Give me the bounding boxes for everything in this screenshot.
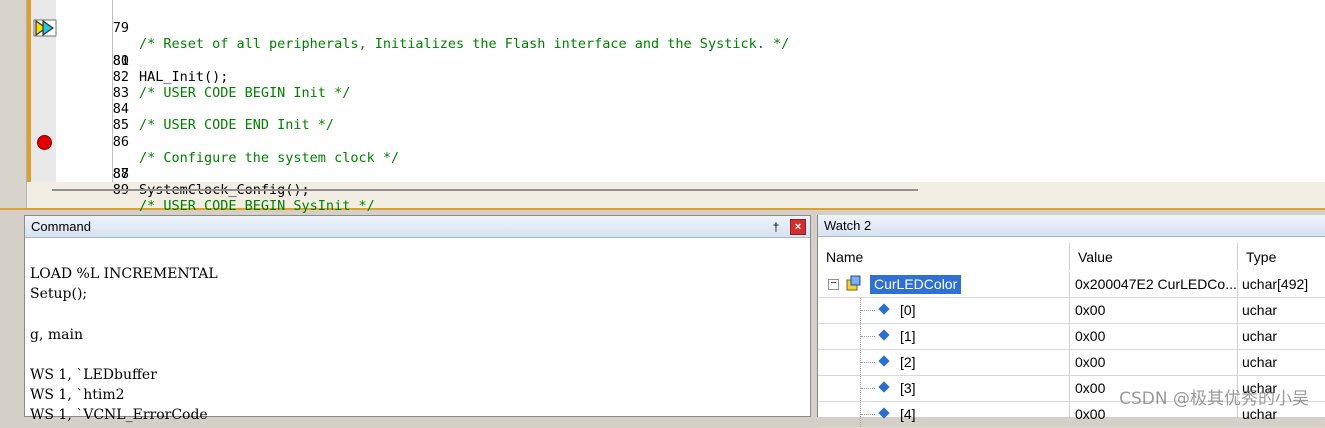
- watch-value[interactable]: 0x00: [1070, 324, 1238, 349]
- editor-left-strip: [0, 0, 27, 208]
- tree-connector: [861, 336, 875, 338]
- code-line: 86 /* Configure the system clock */: [31, 117, 1325, 166]
- watch-name: [3]: [900, 380, 916, 396]
- command-line: WS 1, `htim2: [30, 387, 125, 404]
- watch-name-cell: − CurLEDColor: [818, 272, 1070, 297]
- command-panel: Command † × LOAD %L INCREMENTAL Setup();…: [24, 215, 811, 423]
- command-output[interactable]: LOAD %L INCREMENTAL Setup(); g, main WS …: [30, 264, 218, 426]
- command-title: Command: [31, 219, 91, 234]
- command-line: [30, 304, 218, 324]
- column-header-type[interactable]: Type: [1238, 243, 1325, 271]
- command-title-bar: Command † ×: [25, 216, 810, 238]
- watch-type: uchar: [1242, 302, 1278, 318]
- breakpoint-icon[interactable]: [37, 134, 52, 150]
- code-line: 88: [31, 150, 1325, 182]
- element-icon: [878, 329, 890, 341]
- watch-name: [2]: [900, 354, 916, 370]
- code-line: 82 /* USER CODE BEGIN Init */: [31, 53, 1325, 101]
- watch-title-bar: Watch 2: [818, 215, 1325, 237]
- column-header-value[interactable]: Value: [1070, 243, 1238, 271]
- command-line: g, main: [30, 326, 83, 343]
- command-line: WS 1, `VCNL_ErrorCode: [30, 407, 208, 424]
- collapse-icon[interactable]: −: [828, 279, 839, 290]
- command-line: LOAD %L INCREMENTAL: [30, 266, 218, 282]
- element-icon: [878, 381, 890, 393]
- watch-type: uchar[492]: [1242, 276, 1309, 292]
- watch-type: uchar: [1242, 354, 1278, 370]
- code-lines: 79 /* Reset of all peripherals, Initiali…: [31, 4, 1325, 214]
- tree-connector: [861, 310, 875, 312]
- watch-value[interactable]: 0x200047E2 CurLEDCo...: [1070, 272, 1238, 297]
- element-icon: [878, 303, 890, 315]
- variable-icon: [846, 275, 861, 291]
- code-text[interactable]: /* USER CODE BEGIN SysInit */: [139, 198, 375, 214]
- watch-column-header: Name Value Type: [818, 243, 1325, 271]
- close-icon[interactable]: ×: [790, 219, 806, 235]
- tree-connector: [861, 362, 875, 364]
- element-icon: [878, 355, 890, 367]
- command-line: WS 1, `LEDbuffer: [30, 366, 157, 383]
- watch-name-cell: [3]: [818, 376, 1070, 401]
- code-line: 87 SystemClock_Config();: [31, 134, 1325, 198]
- watch-row[interactable]: − CurLEDColor 0x200047E2 CurLEDCo... uch…: [818, 272, 1325, 298]
- command-line: [30, 345, 218, 365]
- tree-connector: [861, 388, 875, 390]
- watch-name-cell: [4]: [818, 402, 1070, 427]
- code-line: 80 HAL_Init();: [31, 19, 1325, 85]
- code-line: 85: [31, 101, 1325, 133]
- code-line: 89 /* USER CODE BEGIN SysInit */: [31, 166, 1325, 214]
- watch-name-cell: [2]: [818, 350, 1070, 375]
- horizontal-scrollbar[interactable]: [52, 189, 918, 191]
- watermark: CSDN @极其优秀的小吴: [1119, 389, 1309, 409]
- watch-name-cell: [0]: [818, 298, 1070, 323]
- code-line: 79 /* Reset of all peripherals, Initiali…: [31, 4, 1325, 52]
- watch-row[interactable]: [2] 0x00 uchar: [818, 350, 1325, 376]
- watch-type: uchar: [1242, 328, 1278, 344]
- column-header-name[interactable]: Name: [818, 243, 1070, 271]
- watch-row[interactable]: [1] 0x00 uchar: [818, 324, 1325, 350]
- watch-value[interactable]: 0x00: [1070, 298, 1238, 323]
- watch-name-cell: [1]: [818, 324, 1070, 349]
- watch-name: CurLEDColor: [870, 275, 962, 294]
- watch-name: [4]: [900, 406, 916, 422]
- code-line: 84 /* USER CODE END Init */: [31, 85, 1325, 133]
- code-line: 83: [31, 69, 1325, 101]
- code-line: 81: [31, 36, 1325, 69]
- pin-icon[interactable]: †: [770, 220, 782, 234]
- watch-title: Watch 2: [824, 218, 872, 233]
- watch-value[interactable]: 0x00: [1070, 350, 1238, 375]
- tree-connector: [861, 414, 875, 416]
- current-line-arrow-icon: [33, 19, 57, 37]
- command-line: Setup();: [30, 286, 88, 303]
- code-editor[interactable]: 79 /* Reset of all peripherals, Initiali…: [0, 0, 1325, 214]
- watch-name: [0]: [900, 302, 916, 318]
- watch-name: [1]: [900, 328, 916, 344]
- watch-row[interactable]: [0] 0x00 uchar: [818, 298, 1325, 324]
